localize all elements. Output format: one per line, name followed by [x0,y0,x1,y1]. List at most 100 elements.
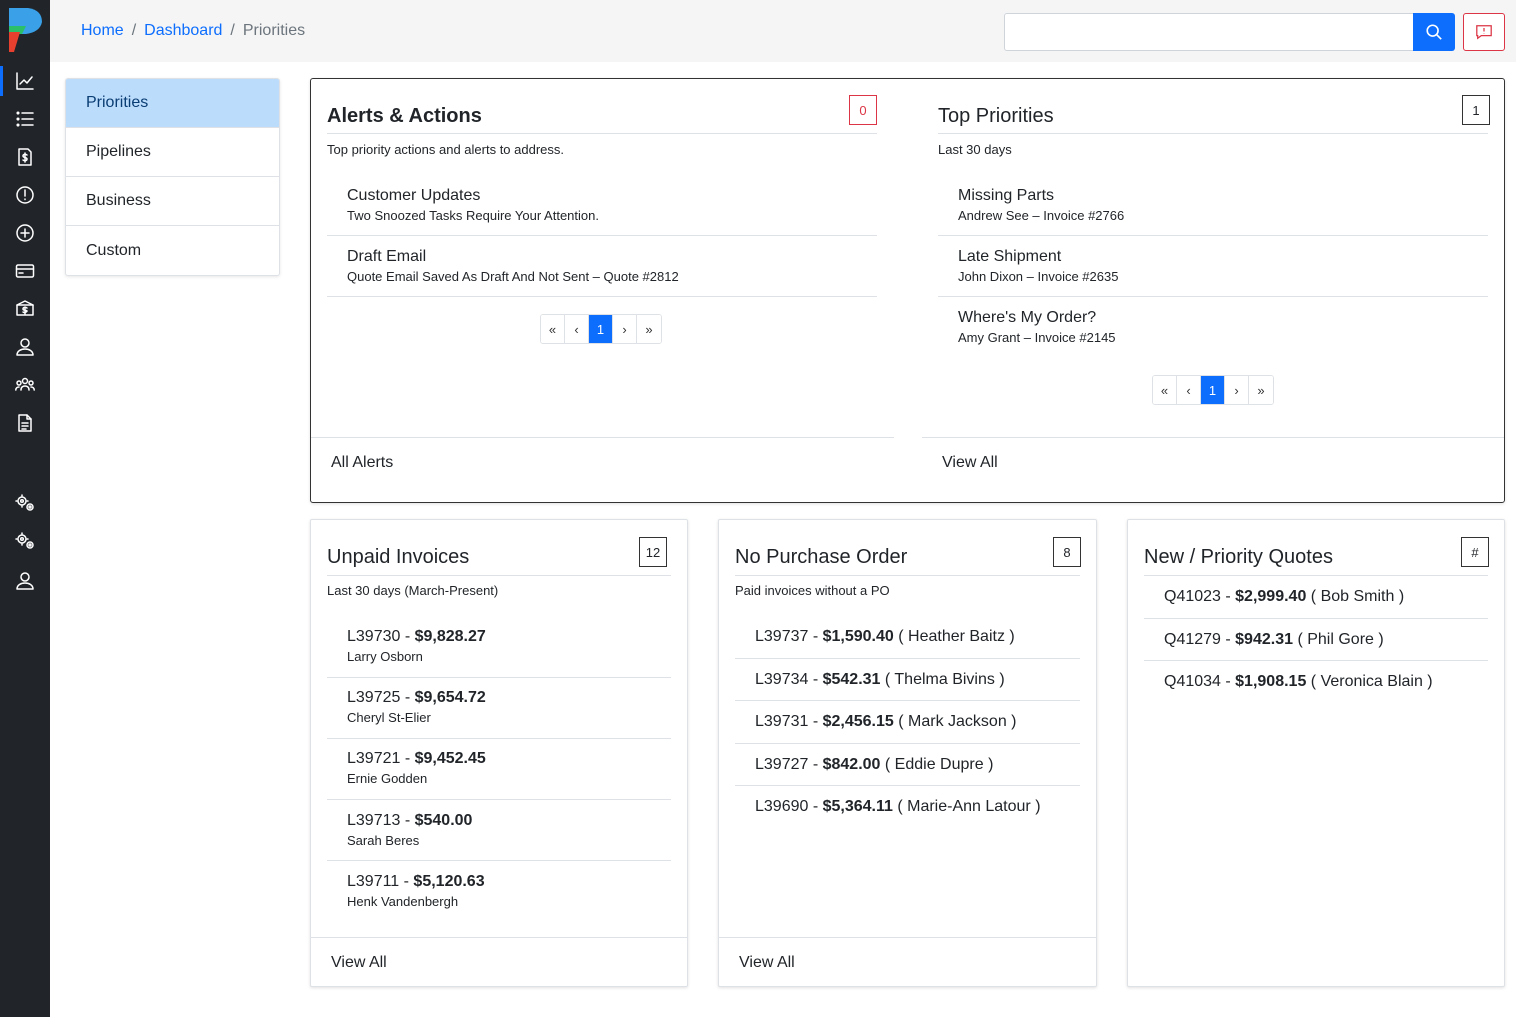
divider [938,235,1488,236]
alerts-pagination: « ‹ 1 › » [540,314,662,344]
priority-item-detail: Andrew See – Invoice #2766 [958,208,1125,223]
view-all-priorities-link[interactable]: View All [942,454,998,472]
quote-customer: Phil Gore [1307,631,1374,648]
list-icon[interactable] [0,100,50,138]
alert-item[interactable]: Customer Updates Two Snoozed Tasks Requi… [347,187,599,223]
top-priorities-count-badge: 1 [1462,95,1490,125]
quote-row[interactable]: Q41023 - $2,999.40 ( Bob Smith ) [1164,588,1404,606]
divider [327,860,671,861]
settings-gears-icon[interactable] [0,484,50,522]
search-button[interactable] [1413,13,1455,51]
divider [938,296,1488,297]
invoice-id: L39731 [755,713,809,730]
invoice-id: L39734 [755,671,809,688]
divider [327,677,671,678]
app-logo[interactable] [6,6,44,54]
quote-customer: Bob Smith [1320,588,1395,605]
divider [311,937,687,938]
menu-item-custom[interactable]: Custom [66,226,279,275]
priorities-menu: Priorities Pipelines Business Custom [65,78,280,276]
user-icon[interactable] [0,328,50,366]
box-dollar-icon[interactable] [0,290,50,328]
view-all-unpaid-link[interactable]: View All [331,954,387,972]
divider [735,658,1080,659]
invoice-row[interactable]: L39727 - $842.00 ( Eddie Dupre ) [755,756,993,774]
breadcrumb-dashboard[interactable]: Dashboard [144,22,222,40]
pager-prev[interactable]: ‹ [565,315,589,343]
account-icon[interactable] [0,562,50,600]
invoice-customer: Marie-Ann Latour [907,798,1031,815]
unpaid-invoices-card: Unpaid Invoices 12 Last 30 days (March-P… [310,519,688,987]
message-alert-icon [1476,25,1492,40]
pager-last[interactable]: » [1249,376,1273,404]
invoice-amount: $1,590.40 [822,628,894,645]
invoice-row[interactable]: L39690 - $5,364.11 ( Marie-Ann Latour ) [755,798,1041,816]
pager-page[interactable]: 1 [589,315,613,343]
invoice-amount: $542.31 [822,671,881,688]
invoice-row[interactable]: L39725 - $9,654.72 Cheryl St-Elier [347,689,486,725]
alert-item[interactable]: Draft Email Quote Email Saved As Draft A… [347,248,679,284]
priority-quotes-card: New / Priority Quotes # Q41023 - $2,999.… [1127,519,1505,987]
pager-last[interactable]: » [637,315,661,343]
priority-item-detail: Amy Grant – Invoice #2145 [958,330,1116,345]
divider [735,743,1080,744]
menu-item-business[interactable]: Business [66,177,279,226]
alert-item-title: Customer Updates [347,187,481,204]
invoice-customer: Mark Jackson [908,713,1007,730]
icon-rail [0,0,50,1017]
credit-card-icon[interactable] [0,252,50,290]
feedback-button[interactable] [1463,13,1505,51]
pager-next[interactable]: › [613,315,637,343]
quotes-title: New / Priority Quotes [1144,546,1333,568]
invoice-row[interactable]: L39731 - $2,456.15 ( Mark Jackson ) [755,713,1017,731]
invoice-id: L39737 [755,628,809,645]
quotes-count-badge: # [1461,537,1489,567]
analytics-icon[interactable] [0,62,50,100]
priority-item-detail: John Dixon – Invoice #2635 [958,269,1119,284]
priority-item[interactable]: Where's My Order? Amy Grant – Invoice #2… [958,309,1116,345]
pager-page[interactable]: 1 [1201,376,1225,404]
divider [1144,618,1488,619]
menu-item-priorities[interactable]: Priorities [66,79,279,128]
alert-circle-icon[interactable] [0,176,50,214]
invoice-amount: $9,828.27 [414,628,486,645]
invoice-row[interactable]: L39730 - $9,828.27 Larry Osborn [347,628,486,664]
add-circle-icon[interactable] [0,214,50,252]
document-icon[interactable] [0,404,50,442]
all-alerts-link[interactable]: All Alerts [331,454,393,472]
no-po-subtitle: Paid invoices without a PO [735,583,890,598]
breadcrumb: Home / Dashboard / Priorities [81,22,305,40]
invoice-amount: $842.00 [822,756,881,773]
invoice-row[interactable]: L39711 - $5,120.63 Henk Vandenbergh [347,873,485,909]
pager-first[interactable]: « [541,315,565,343]
pager-first[interactable]: « [1153,376,1177,404]
team-icon[interactable] [0,366,50,404]
quote-row[interactable]: Q41279 - $942.31 ( Phil Gore ) [1164,631,1384,649]
pager-prev[interactable]: ‹ [1177,376,1201,404]
divider [922,437,1504,438]
search-input[interactable] [1004,13,1413,51]
priority-item-title: Where's My Order? [958,309,1097,326]
no-po-title: No Purchase Order [735,546,908,568]
quote-row[interactable]: Q41034 - $1,908.15 ( Veronica Blain ) [1164,673,1433,691]
priority-item[interactable]: Missing Parts Andrew See – Invoice #2766 [958,187,1124,223]
invoice-amount: $9,654.72 [414,689,486,706]
invoice-id: L39725 [347,689,401,706]
alert-item-detail: Quote Email Saved As Draft And Not Sent … [347,269,679,284]
invoice-dollar-icon[interactable] [0,138,50,176]
pager-next[interactable]: › [1225,376,1249,404]
invoice-row[interactable]: L39721 - $9,452.45 Ernie Godden [347,750,486,786]
breadcrumb-home[interactable]: Home [81,22,124,40]
divider [327,799,671,800]
invoice-row[interactable]: L39737 - $1,590.40 ( Heather Baitz ) [755,628,1015,646]
quote-id: Q41023 [1164,588,1221,605]
menu-item-pipelines[interactable]: Pipelines [66,128,279,177]
invoice-id: L39727 [755,756,809,773]
settings-gears-alt-icon[interactable] [0,522,50,560]
view-all-no-po-link[interactable]: View All [739,954,795,972]
priority-item[interactable]: Late Shipment John Dixon – Invoice #2635 [958,248,1118,284]
divider [1144,660,1488,661]
invoice-row[interactable]: L39734 - $542.31 ( Thelma Bivins ) [755,671,1005,689]
invoice-row[interactable]: L39713 - $540.00 Sarah Beres [347,812,472,848]
invoice-amount: $2,456.15 [822,713,894,730]
